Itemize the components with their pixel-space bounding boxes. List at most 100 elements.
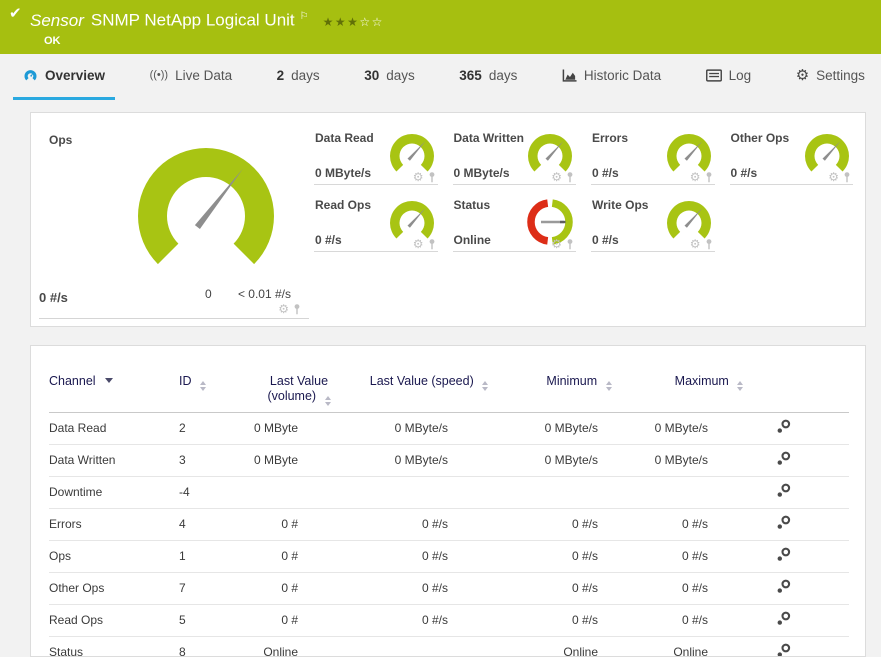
last-value-volume: 0 # bbox=[244, 573, 354, 605]
gauge-value: 0 #/s bbox=[39, 290, 68, 305]
tab-live-data[interactable]: ((•))Live Data bbox=[140, 54, 243, 100]
channel-id: 5 bbox=[179, 605, 244, 637]
gauge-cell-data-read: Data Read 0 MByte/s ⚙ bbox=[311, 123, 450, 190]
gauge-value: 0 MByte/s bbox=[454, 166, 510, 180]
edit-channel-icon[interactable] bbox=[776, 483, 791, 502]
tab-settings[interactable]: ⚙Settings bbox=[786, 54, 875, 100]
stars-empty[interactable]: ☆☆ bbox=[359, 15, 384, 29]
minimum-value: 0 MByte/s bbox=[504, 413, 654, 445]
col-header-minimum[interactable]: Minimum bbox=[504, 352, 654, 413]
tab-number: 365 bbox=[459, 68, 482, 83]
tab-overview[interactable]: Overview bbox=[13, 54, 115, 100]
tab-label: days bbox=[386, 68, 415, 83]
tab-historic-data[interactable]: Historic Data bbox=[552, 54, 671, 100]
last-value-volume: 0 MByte bbox=[244, 445, 354, 477]
status-ok-check-icon: ✔ bbox=[9, 6, 22, 21]
edit-channel-icon[interactable] bbox=[776, 515, 791, 534]
channel-actions bbox=[764, 509, 849, 541]
table-row-read-ops: Read Ops 5 0 # 0 #/s 0 #/s 0 #/s bbox=[49, 605, 849, 637]
edit-channel-icon[interactable] bbox=[776, 419, 791, 438]
pin-icon[interactable] bbox=[843, 172, 851, 183]
gauge-value: 0 #/s bbox=[315, 233, 342, 247]
gauge-cell-other-ops: Other Ops 0 #/s ⚙ bbox=[727, 123, 866, 190]
maximum-value bbox=[654, 477, 764, 509]
table-row-downtime: Downtime -4 bbox=[49, 477, 849, 509]
gauge-label: Data Written bbox=[454, 131, 524, 145]
gauge-actions: ⚙ bbox=[690, 238, 713, 250]
channel-name[interactable]: Errors bbox=[49, 509, 179, 541]
col-header-channel[interactable]: Channel bbox=[49, 352, 179, 413]
tab-number: 2 bbox=[277, 68, 285, 83]
prtg-sensor-page: ✔ SensorSNMP NetApp Logical Unit⚐★★★☆☆ O… bbox=[0, 0, 881, 657]
last-value-speed: 0 #/s bbox=[354, 573, 504, 605]
pin-icon[interactable] bbox=[428, 172, 436, 183]
last-value-speed: 0 MByte/s bbox=[354, 445, 504, 477]
gear-icon[interactable]: ⚙ bbox=[690, 238, 701, 250]
edit-channel-icon[interactable] bbox=[776, 579, 791, 598]
edit-channel-icon[interactable] bbox=[776, 451, 791, 470]
channel-id: 2 bbox=[179, 413, 244, 445]
sort-desc-icon bbox=[105, 378, 113, 383]
pin-icon[interactable] bbox=[293, 304, 301, 315]
tab-label: Log bbox=[729, 68, 752, 83]
table-row-errors: Errors 4 0 # 0 #/s 0 #/s 0 #/s bbox=[49, 509, 849, 541]
maximum-value: 0 #/s bbox=[654, 605, 764, 637]
gauge-label: Errors bbox=[592, 131, 628, 145]
gear-icon[interactable]: ⚙ bbox=[413, 238, 424, 250]
last-value-volume: 0 # bbox=[244, 509, 354, 541]
gear-icon[interactable]: ⚙ bbox=[278, 303, 289, 315]
col-header-id[interactable]: ID bbox=[179, 352, 244, 413]
tab-2-days[interactable]: 2days bbox=[267, 54, 330, 100]
channel-actions bbox=[764, 637, 849, 657]
tab-30-days[interactable]: 30days bbox=[354, 54, 425, 100]
gear-icon[interactable]: ⚙ bbox=[690, 171, 701, 183]
pin-icon[interactable] bbox=[705, 239, 713, 250]
gear-icon[interactable]: ⚙ bbox=[413, 171, 424, 183]
flag-icon[interactable]: ⚐ bbox=[300, 11, 309, 22]
edit-channel-icon[interactable] bbox=[776, 611, 791, 630]
tab-log[interactable]: Log bbox=[696, 54, 762, 100]
col-header-last-value-speed[interactable]: Last Value (speed) bbox=[354, 352, 504, 413]
gauge-grid: Ops 0 < 0.01 #/s 0 #/s ⚙ Data Read 0 MBy… bbox=[31, 123, 865, 319]
last-value-volume: 0 # bbox=[244, 541, 354, 573]
tab-label: days bbox=[489, 68, 518, 83]
col-header-maximum[interactable]: Maximum bbox=[654, 352, 764, 413]
pin-icon[interactable] bbox=[566, 172, 574, 183]
gauge-label: Read Ops bbox=[315, 198, 371, 212]
gauge-cell-errors: Errors 0 #/s ⚙ bbox=[588, 123, 727, 190]
gear-icon[interactable]: ⚙ bbox=[551, 238, 562, 250]
channel-id: 8 bbox=[179, 637, 244, 657]
minimum-value: 0 MByte/s bbox=[504, 445, 654, 477]
last-value-volume bbox=[244, 477, 354, 509]
edit-channel-icon[interactable] bbox=[776, 547, 791, 566]
channel-name[interactable]: Downtime bbox=[49, 477, 179, 509]
channel-name[interactable]: Data Read bbox=[49, 413, 179, 445]
last-value-volume: 0 MByte bbox=[244, 413, 354, 445]
pin-icon[interactable] bbox=[705, 172, 713, 183]
sensor-header: ✔ SensorSNMP NetApp Logical Unit⚐★★★☆☆ O… bbox=[0, 0, 881, 54]
channel-name[interactable]: Read Ops bbox=[49, 605, 179, 637]
channel-id: -4 bbox=[179, 477, 244, 509]
channel-name[interactable]: Data Written bbox=[49, 445, 179, 477]
channels-panel: Channel ID Last Value(volume) Last Value… bbox=[30, 345, 866, 657]
minimum-value: 0 #/s bbox=[504, 541, 654, 573]
gear-icon[interactable]: ⚙ bbox=[828, 171, 839, 183]
channel-actions bbox=[764, 541, 849, 573]
pin-icon[interactable] bbox=[428, 239, 436, 250]
gear-icon[interactable]: ⚙ bbox=[551, 171, 562, 183]
stars-filled[interactable]: ★★★ bbox=[323, 15, 360, 29]
edit-channel-icon[interactable] bbox=[776, 643, 791, 657]
gauge-actions: ⚙ bbox=[828, 171, 851, 183]
pin-icon[interactable] bbox=[566, 239, 574, 250]
channel-name[interactable]: Ops bbox=[49, 541, 179, 573]
col-header-last-value-volume[interactable]: Last Value(volume) bbox=[244, 352, 354, 413]
gauge-value: Online bbox=[454, 233, 491, 247]
minimum-value: 0 #/s bbox=[504, 605, 654, 637]
last-value-speed: 0 #/s bbox=[354, 605, 504, 637]
channel-name[interactable]: Other Ops bbox=[49, 573, 179, 605]
tab-365-days[interactable]: 365 days bbox=[449, 54, 527, 100]
channel-name[interactable]: Status bbox=[49, 637, 179, 657]
gauge-label: Status bbox=[454, 198, 491, 212]
table-row-data-read: Data Read 2 0 MByte 0 MByte/s 0 MByte/s … bbox=[49, 413, 849, 445]
priority-stars[interactable]: ★★★☆☆ bbox=[323, 15, 384, 29]
